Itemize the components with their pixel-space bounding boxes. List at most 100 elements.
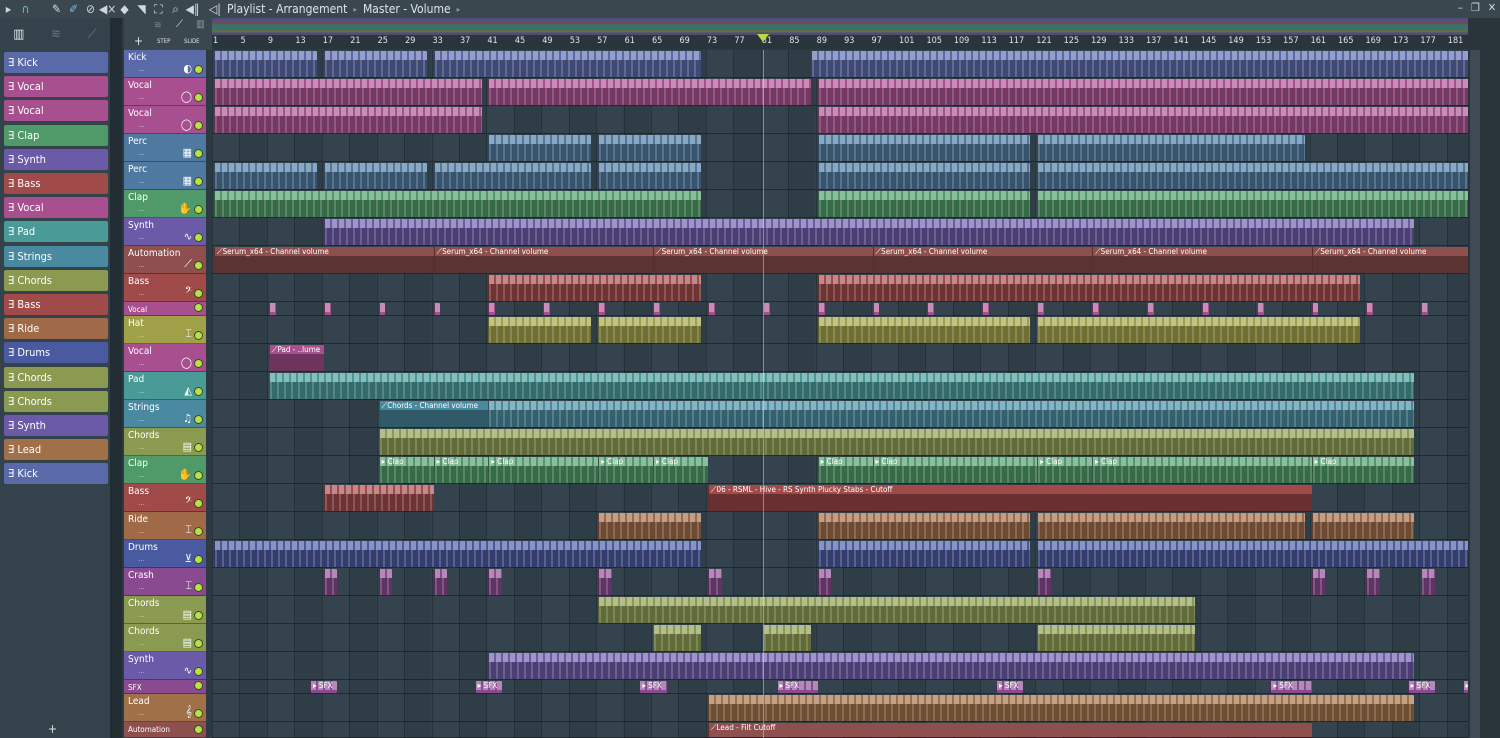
picker-item-vocal[interactable]: ∃ Vocal <box>4 76 108 98</box>
pattern-clip[interactable] <box>214 163 317 189</box>
title-target[interactable]: Master - Volume <box>363 2 451 16</box>
pattern-clip[interactable] <box>817 163 1031 189</box>
pattern-clip[interactable] <box>488 275 702 301</box>
pattern-clip[interactable]: ▸ SFX <box>639 681 667 693</box>
pattern-clip[interactable] <box>1037 317 1360 343</box>
track-header-bass[interactable]: Bass... 𝄢 <box>124 484 206 512</box>
picker-item-drums[interactable]: ∃ Drums <box>4 342 108 364</box>
picker-item-vocal[interactable]: ∃ Vocal <box>4 100 108 122</box>
timeline-ruler[interactable]: 1 5 9 13 17 21 25 29 33 37 41 45 49 53 57 61 65 69 73 77 81 8… <box>212 35 1491 49</box>
pattern-clip[interactable] <box>378 569 393 595</box>
track-mute-led[interactable] <box>195 94 202 101</box>
track-header-lead[interactable]: Lead... 𝄞 <box>124 694 206 722</box>
pattern-clip[interactable] <box>378 429 1415 455</box>
pattern-clip[interactable] <box>1037 191 1470 217</box>
pattern-clip[interactable] <box>214 541 702 567</box>
mute-icon[interactable]: ◀× <box>99 2 116 16</box>
track-options-icon[interactable]: ... <box>138 582 145 591</box>
picker-item-vocal[interactable]: ∃ Vocal <box>4 197 108 219</box>
track-header-drums[interactable]: Drums... ⊻ <box>124 540 206 568</box>
automation-clip[interactable]: ⟋Lead - Filt Cutoff <box>707 723 1312 737</box>
pattern-clip[interactable] <box>1311 513 1415 539</box>
track-header-chords[interactable]: Chords... ▤ <box>124 624 206 652</box>
track-options-icon[interactable]: ... <box>138 386 145 395</box>
picker-item-synth[interactable]: ∃ Synth <box>4 415 108 436</box>
pattern-clip[interactable] <box>817 107 1470 133</box>
track-header-strings[interactable]: Strings... ♫ <box>124 400 206 428</box>
pattern-clip[interactable]: ▸ Clap <box>488 457 599 483</box>
pattern-clip[interactable] <box>323 485 434 511</box>
automation-clip[interactable]: ⟋Serum_x64 - Channel volume <box>1311 247 1470 273</box>
track-header-bass[interactable]: Bass... 𝄢 <box>124 274 206 302</box>
track-mute-led[interactable] <box>195 444 202 451</box>
playlist-grid[interactable]: ⟋Serum_x64 - Channel volume ⟋Serum_x64 - … <box>212 50 1484 738</box>
slide-toggle[interactable]: SLIDE <box>184 38 200 45</box>
pattern-clip[interactable] <box>214 191 702 217</box>
pattern-clip[interactable] <box>433 51 702 77</box>
track-options-icon[interactable]: ... <box>138 260 145 269</box>
pattern-clip[interactable] <box>817 79 1470 105</box>
track-options-icon[interactable]: ... <box>138 638 145 647</box>
track-header-clap[interactable]: Clap... ✋ <box>124 456 206 484</box>
pattern-clip[interactable] <box>598 163 702 189</box>
track-mute-led[interactable] <box>195 668 202 675</box>
track-options-icon[interactable]: ... <box>138 148 145 157</box>
pattern-clip[interactable] <box>1366 569 1381 595</box>
track-header-clap[interactable]: Clap... ✋ <box>124 190 206 218</box>
pattern-clip[interactable]: ▸ SFX <box>1407 681 1436 693</box>
scrollbar-thumb[interactable] <box>1470 50 1480 738</box>
picker-item-synth[interactable]: ∃ Synth <box>4 148 108 170</box>
pattern-clip[interactable] <box>323 219 1415 245</box>
pattern-clip[interactable]: ▸ Clap <box>653 457 708 483</box>
track-header-kick[interactable]: Kick... ◐ <box>124 50 206 78</box>
pattern-clip[interactable] <box>433 163 592 189</box>
picker-scrollbar[interactable] <box>110 18 122 738</box>
track-header-synth[interactable]: Synth... ∿ <box>124 652 206 680</box>
pattern-clip[interactable] <box>268 303 276 315</box>
pattern-clip[interactable] <box>323 303 331 315</box>
pattern-clip[interactable]: ▸ Clap <box>872 457 1038 483</box>
track-options-icon[interactable]: ... <box>138 204 145 213</box>
track-mute-led[interactable] <box>195 388 202 395</box>
track-header-hat[interactable]: Hat... ⌶ <box>124 316 206 344</box>
picker-item-chords[interactable]: ∃ Chords <box>4 390 108 412</box>
pattern-clip[interactable]: ▸ SFX <box>996 681 1024 693</box>
pattern-clip[interactable]: ▸ Clap <box>598 457 654 483</box>
pattern-clip[interactable] <box>268 373 1415 399</box>
pattern-clip[interactable] <box>323 163 427 189</box>
track-options-icon[interactable]: ... <box>138 526 145 535</box>
pattern-clip[interactable] <box>1311 303 1319 315</box>
track-options-icon[interactable]: ... <box>138 470 145 479</box>
pattern-clip[interactable]: ▸ Clap <box>378 457 434 483</box>
picker-item-kick[interactable]: ∃ Kick <box>4 52 108 73</box>
track-header-synth[interactable]: Synth... ∿ <box>124 218 206 246</box>
pattern-clip[interactable]: ▸ Clap <box>1037 457 1093 483</box>
track-header-vocal[interactable]: Vocal... ◯ <box>124 78 206 106</box>
select-icon[interactable]: ⛶ <box>150 2 167 17</box>
pattern-clip[interactable] <box>488 135 592 161</box>
pattern-clip[interactable]: ▸ Clap <box>1092 457 1312 483</box>
automation-clip[interactable]: ⟋Serum_x64 - Channel volume <box>433 247 654 273</box>
pattern-clip[interactable] <box>1037 625 1195 651</box>
pattern-clip[interactable] <box>872 303 880 315</box>
track-mute-led[interactable] <box>195 584 202 591</box>
track-header-vocal[interactable]: Vocal... ◯ <box>124 106 206 134</box>
track-mute-led[interactable] <box>195 66 202 73</box>
track-mute-led[interactable] <box>195 416 202 423</box>
track-header-chords[interactable]: Chords... ▤ <box>124 428 206 456</box>
pattern-clip[interactable] <box>598 317 702 343</box>
step-toggle[interactable]: STEP <box>157 38 170 45</box>
picker-item-bass[interactable]: ∃ Bass <box>4 294 108 315</box>
pattern-clip[interactable] <box>323 569 338 595</box>
picker-item-clap[interactable]: ∃ Clap <box>4 124 108 146</box>
pattern-clip[interactable] <box>1037 541 1470 567</box>
pattern-clip[interactable]: ▸ SFX <box>474 681 503 693</box>
track-mute-led[interactable] <box>195 304 202 311</box>
pattern-clip[interactable] <box>1421 303 1429 315</box>
pattern-clip[interactable] <box>1146 303 1154 315</box>
pattern-clip[interactable] <box>927 303 935 315</box>
playhead-marker[interactable] <box>756 34 769 42</box>
maximize-icon[interactable]: ❐ <box>1471 1 1480 14</box>
track-mute-led[interactable] <box>195 640 202 647</box>
pattern-clip[interactable] <box>817 317 1031 343</box>
